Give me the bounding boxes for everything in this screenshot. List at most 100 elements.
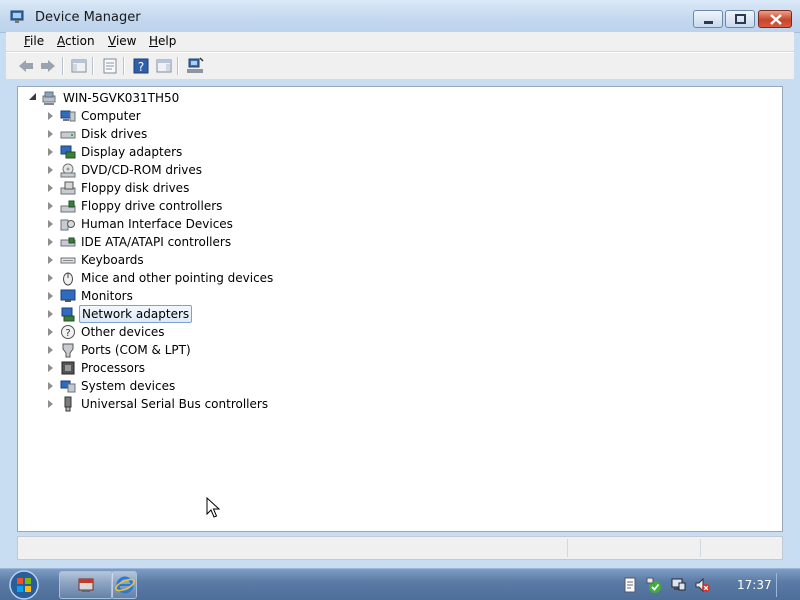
device-manager-app-icon [10,10,24,23]
security-check-icon[interactable] [646,577,662,593]
svg-text:?: ? [138,60,144,74]
expand-arrow-icon[interactable] [48,310,53,318]
expand-arrow-icon[interactable] [48,328,53,336]
tree-category-label: System devices [81,379,176,393]
taskbar-clock[interactable]: 17:37 [737,578,772,592]
tree-category-row[interactable]: Network adapters [18,305,318,323]
toolbar-separator [177,57,179,75]
expand-arrow-icon[interactable] [48,400,53,408]
toolbar: ? [6,52,794,80]
scan-hardware-icon[interactable] [185,56,205,76]
processor-icon [61,361,75,375]
internet-explorer-icon [115,576,135,594]
expand-arrow-icon[interactable] [48,166,53,174]
menu-file[interactable]: File [24,34,44,48]
menu-bar: File Action View Help [6,32,794,51]
tree-category-label: IDE ATA/ATAPI controllers [81,235,232,249]
tree-category-row[interactable]: Floppy drive controllers [18,197,318,215]
device-manager-window: Device Manager File Action View Help ? W… [0,0,800,568]
monitor-icon [60,289,76,302]
tree-category-label: Computer [81,109,141,123]
tree-category-row[interactable]: Human Interface Devices [18,215,318,233]
tree-category-label: Monitors [81,289,133,303]
minimize-button[interactable] [693,10,723,28]
forward-icon[interactable] [38,56,58,76]
help-icon[interactable]: ? [131,56,151,76]
tree-category-row[interactable]: Keyboards [18,251,318,269]
tree-category-label: Other devices [81,325,165,339]
tree-category-row[interactable]: Processors [18,359,318,377]
start-button-icon[interactable] [6,570,42,600]
close-icon [770,14,782,25]
menu-view[interactable]: View [108,34,136,48]
show-hide-tree-icon[interactable] [69,56,89,76]
tree-category-row[interactable]: Floppy disk drives [18,179,318,197]
expand-arrow-icon[interactable] [48,202,53,210]
tree-category-label: Display adapters [81,145,183,159]
expand-arrow-icon[interactable] [48,112,53,120]
show-desktop-button[interactable] [776,573,777,597]
title-bar[interactable]: Device Manager [0,0,800,33]
port-icon [62,343,74,358]
tree-category-label: Keyboards [81,253,144,267]
expand-arrow-icon[interactable] [48,220,53,228]
tree-category-row[interactable]: Mice and other pointing devices [18,269,318,287]
mouse-icon [63,272,73,286]
tree-category-label: Floppy drive controllers [81,199,223,213]
tree-category-label: Universal Serial Bus controllers [81,397,269,411]
action-center-icon[interactable] [622,577,638,593]
usb-icon [64,396,72,412]
dvd-drive-icon [60,163,76,178]
close-button[interactable] [758,10,792,28]
tree-category-row[interactable]: Ports (COM & LPT) [18,341,318,359]
status-separator [700,539,701,557]
expand-arrow-icon[interactable] [48,184,53,192]
properties-icon[interactable] [100,56,120,76]
tree-category-label: Disk drives [81,127,148,141]
tree-category-label: Processors [81,361,146,375]
mouse-cursor-icon [206,497,220,518]
tree-category-label: Floppy disk drives [81,181,190,195]
tree-category-row[interactable]: DVD/CD-ROM drives [18,161,318,179]
toolbar-separator [123,57,125,75]
device-manager-task-icon [78,578,94,592]
expand-arrow-icon[interactable] [48,148,53,156]
back-icon[interactable] [16,56,36,76]
show-hide-action-pane-icon[interactable] [154,56,174,76]
tree-category-row[interactable]: Disk drives [18,125,318,143]
maximize-button[interactable] [725,10,755,28]
floppy-drive-icon [60,181,76,195]
tree-category-label: Mice and other pointing devices [81,271,274,285]
menu-action[interactable]: Action [57,34,95,48]
computer-root-icon [42,91,56,105]
tree-category-row[interactable]: Universal Serial Bus controllers [18,395,318,413]
expand-arrow-icon[interactable] [48,382,53,390]
expand-arrow-icon[interactable] [48,238,53,246]
tree-category-row[interactable]: Monitors [18,287,318,305]
expand-arrow-icon[interactable] [48,256,53,264]
tree-category-row[interactable]: Computer [18,107,318,125]
toolbar-separator [62,57,64,75]
expand-arrow-icon[interactable] [48,274,53,282]
tree-category-label: Network adapters [79,305,193,323]
network-icon[interactable] [670,577,686,593]
maximize-icon [735,14,746,24]
menu-help[interactable]: Help [149,34,176,48]
expand-arrow-icon[interactable] [48,346,53,354]
taskbar-device-manager-button[interactable] [59,571,113,599]
device-tree[interactable]: WIN-5GVK031TH50 Computer Disk drives Displ… [17,86,783,532]
tree-category-label: DVD/CD-ROM drives [81,163,203,177]
expand-arrow-icon[interactable] [48,364,53,372]
unknown-device-icon: ? [61,325,75,339]
tree-root-row[interactable]: WIN-5GVK031TH50 [18,89,318,107]
tree-category-row[interactable]: ? Other devices [18,323,318,341]
expand-arrow-icon[interactable] [48,292,53,300]
collapse-arrow-icon[interactable] [29,93,36,100]
disk-drive-icon [60,131,76,139]
taskbar-ie-button[interactable] [111,571,137,599]
volume-muted-icon[interactable] [694,577,710,593]
tree-category-row[interactable]: Display adapters [18,143,318,161]
tree-category-row[interactable]: System devices [18,377,318,395]
tree-category-row[interactable]: IDE ATA/ATAPI controllers [18,233,318,251]
expand-arrow-icon[interactable] [48,130,53,138]
